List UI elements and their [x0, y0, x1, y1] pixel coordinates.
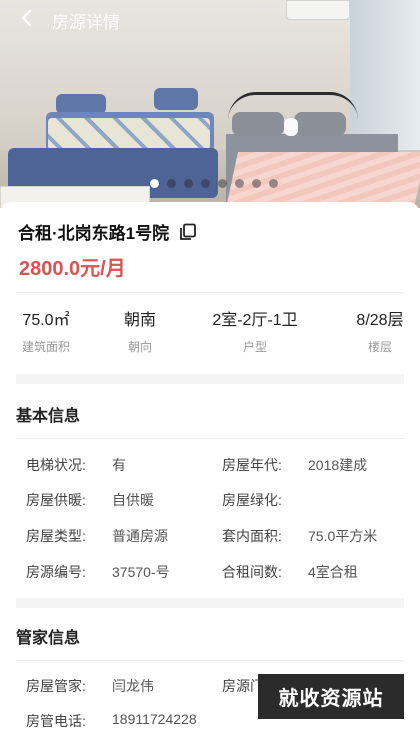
info-key: 房屋供暖: [26, 492, 86, 508]
gallery-dot[interactable] [167, 179, 176, 188]
photo-sofa-cushion [48, 118, 210, 150]
photo-sofa-headrest [154, 88, 198, 110]
listing-title: 合租·北岗东路1号院 [18, 224, 170, 243]
listing-photo[interactable]: 房源详情 [0, 0, 420, 208]
basic-info-title: 基本信息 [16, 408, 81, 425]
stat-label: 朝向 [127, 340, 152, 354]
stat-label: 户型 [242, 340, 267, 354]
info-value: 自供暖 [112, 490, 154, 510]
info-key: 房源编号: [26, 564, 86, 580]
photo-plush-toy [284, 118, 298, 136]
title-row: 合租·北岗东路1号院 [18, 219, 197, 244]
gallery-dot[interactable] [269, 179, 278, 188]
manager-info-title: 管家信息 [16, 630, 81, 647]
info-value: 普通房源 [112, 526, 168, 546]
build-year-value: 2018建成 [308, 457, 368, 473]
listing-price: 2800.0元/月 [19, 258, 126, 280]
stat-label: 建筑面积 [21, 340, 70, 354]
info-key: 房屋管家: [26, 678, 86, 694]
divider [16, 660, 404, 661]
info-row: 房屋供暖: [26, 490, 86, 510]
key-stats: 75.0㎡ 建筑面积 朝南 朝向 2室-2厅-1卫 户型 8/28层 楼层 [0, 306, 420, 356]
heating-value: 自供暖 [112, 492, 154, 508]
stat-area: 75.0㎡ 建筑面积 [16, 306, 76, 355]
info-key: 房屋类型: [26, 528, 86, 544]
stat-value: 朝南 [123, 312, 156, 329]
photo-sofa-headrest [56, 94, 106, 114]
info-row: 房屋管家: [26, 676, 86, 696]
info-row: 房源编号: [26, 562, 86, 582]
gallery-pagination [150, 179, 278, 188]
top-bar: 房源详情 [0, 0, 420, 38]
stat-floor: 8/28层 楼层 [342, 306, 418, 355]
info-key-right: 合租间数: [222, 562, 282, 582]
info-key-right: 套内面积: [222, 526, 282, 546]
info-value: 有 [112, 455, 126, 475]
stat-orientation: 朝南 朝向 [110, 306, 170, 355]
divider [16, 438, 404, 439]
watermark-label: 就收资源站 [258, 674, 404, 719]
listing-id-value: 37570-号 [112, 564, 170, 580]
gallery-dot[interactable] [252, 179, 261, 188]
info-key: 房屋年代: [222, 457, 282, 473]
info-value: 37570-号 [112, 562, 170, 582]
info-row: 房管电话: [26, 711, 86, 731]
info-value: 闫龙伟 [112, 676, 154, 696]
manager-phone-value[interactable]: 18911724228 [112, 711, 197, 727]
shared-rooms-value: 4室合租 [308, 564, 358, 580]
stat-value: 75.0㎡ [22, 312, 70, 329]
stat-value: 8/28层 [356, 312, 404, 329]
gallery-dot[interactable] [150, 179, 159, 188]
info-key: 房屋绿化: [222, 492, 282, 508]
manager-name-value: 闫龙伟 [112, 678, 154, 694]
info-key: 套内面积: [222, 528, 282, 544]
house-type-value: 普通房源 [112, 528, 168, 544]
info-row: 电梯状况: [26, 455, 86, 475]
gallery-dot[interactable] [201, 179, 210, 188]
detail-card: 合租·北岗东路1号院 2800.0元/月 75.0㎡ 建筑面积 朝南 朝向 2室… [0, 202, 420, 746]
copy-icon[interactable] [179, 223, 197, 241]
divider [16, 292, 404, 293]
photo-bed-pillow [294, 112, 346, 136]
info-key-right: 房屋绿化: [222, 490, 282, 510]
info-value-right: 75.0平方米 [308, 526, 377, 546]
elevator-value: 有 [112, 457, 126, 473]
page-title: 房源详情 [52, 13, 120, 32]
info-row: 房屋类型: [26, 526, 86, 546]
stat-label: 楼层 [367, 340, 392, 354]
gallery-dot[interactable] [218, 179, 227, 188]
inner-area-value: 75.0平方米 [308, 528, 378, 544]
info-value-right: 2018建成 [308, 455, 367, 475]
section-separator [16, 598, 404, 608]
info-value-right: 4室合租 [308, 562, 358, 582]
stat-layout: 2室-2厅-1卫 户型 [200, 306, 310, 355]
section-separator [16, 374, 404, 384]
info-key: 房管电话: [26, 713, 86, 729]
info-value[interactable]: 18911724228 [112, 711, 197, 727]
info-key: 电梯状况: [26, 457, 86, 473]
info-key-right: 房屋年代: [222, 455, 282, 475]
back-icon[interactable] [14, 6, 38, 30]
gallery-dot[interactable] [184, 179, 193, 188]
stat-value: 2室-2厅-1卫 [212, 312, 298, 329]
photo-bed-pillow [232, 112, 284, 136]
info-key: 合租间数: [222, 564, 282, 580]
gallery-dot[interactable] [235, 179, 244, 188]
